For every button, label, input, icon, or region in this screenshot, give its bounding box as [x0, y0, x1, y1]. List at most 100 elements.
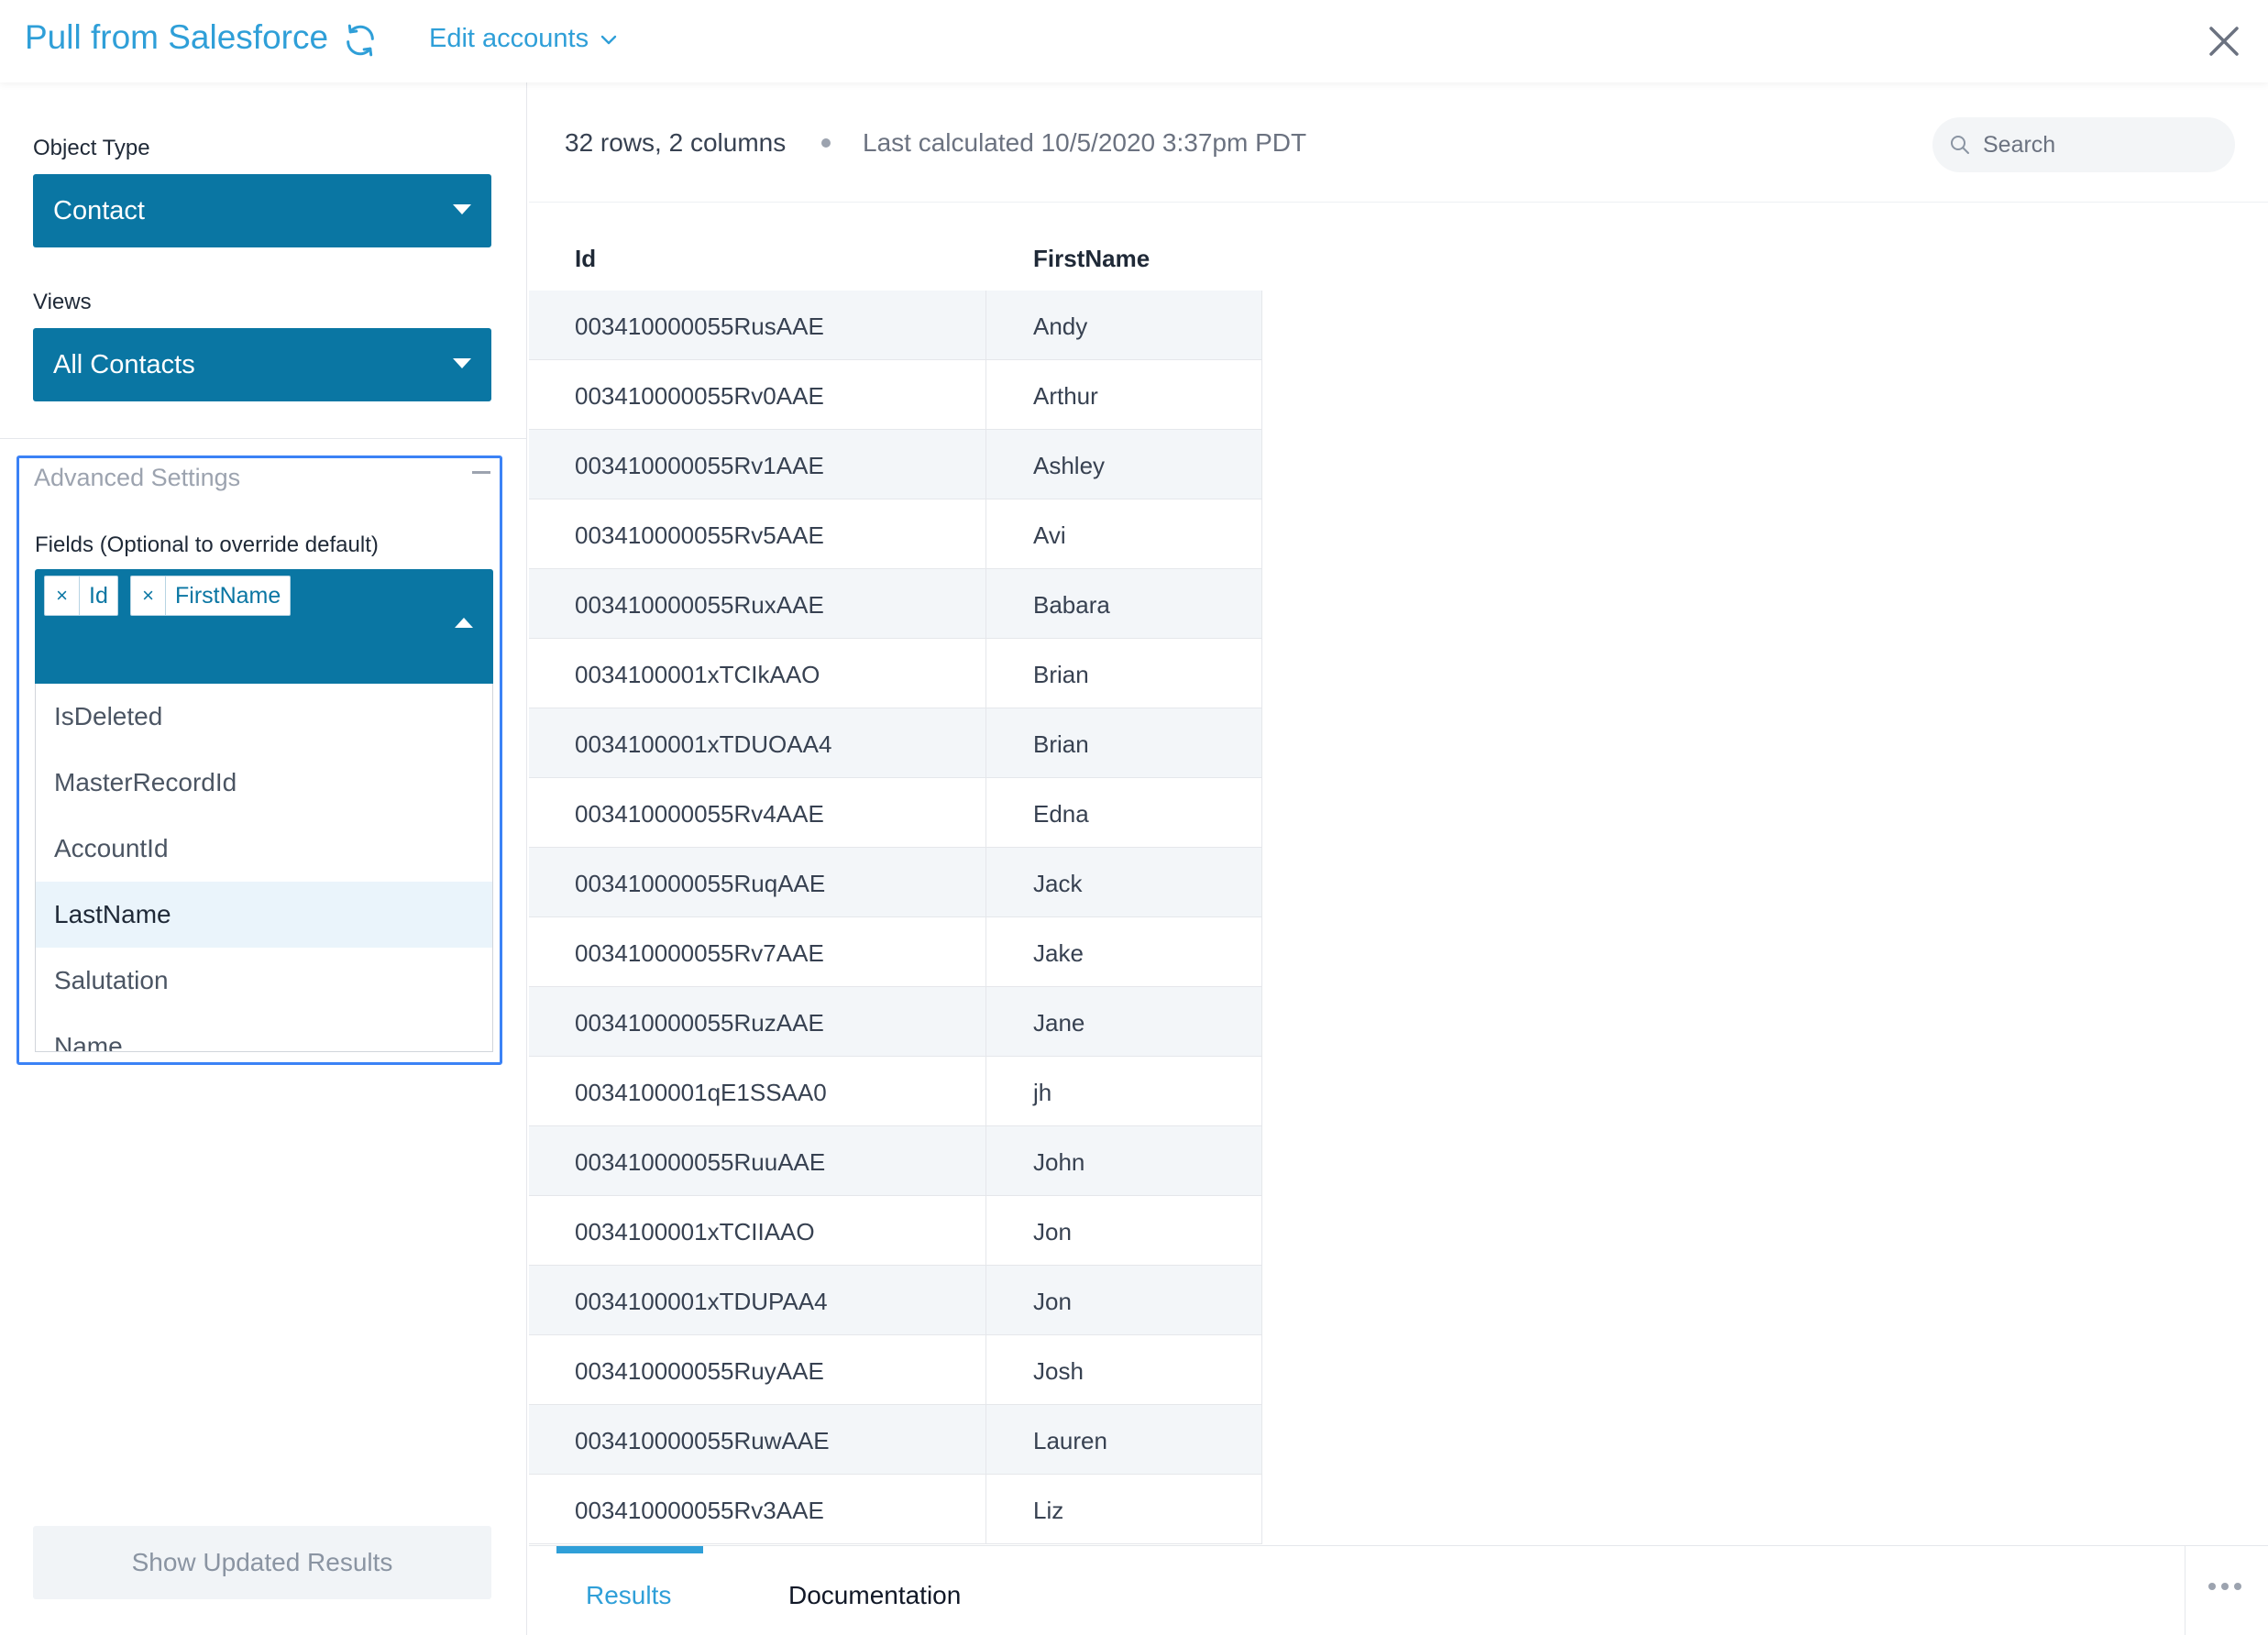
cell-id: 0034100001xTDUOAA4 — [575, 730, 832, 758]
remove-chip-icon[interactable]: × — [45, 576, 80, 615]
dropdown-option-highlighted[interactable]: LastName — [36, 882, 492, 948]
field-chip-id: × Id — [44, 576, 118, 616]
caret-down-icon — [453, 358, 471, 368]
object-type-value: Contact — [53, 195, 145, 225]
dropdown-option[interactable]: MasterRecordId — [36, 750, 492, 816]
refresh-icon[interactable] — [342, 22, 379, 59]
row-border — [1261, 499, 1262, 568]
table-row[interactable]: 003410000055Rv5AAE Avi — [529, 499, 1262, 569]
row-border — [1261, 708, 1262, 777]
table-row[interactable]: 003410000055RuuAAE John — [529, 1126, 1262, 1196]
cell-firstname: John — [1033, 1148, 1085, 1176]
table-row[interactable]: 0034100001xTCIIAAO Jon — [529, 1196, 1262, 1266]
cell-id: 003410000055Rv0AAE — [575, 382, 824, 410]
table-row[interactable]: 003410000055RuqAAE Jack — [529, 848, 1262, 917]
column-header-firstname[interactable]: FirstName — [1033, 245, 1150, 273]
row-border — [1261, 569, 1262, 638]
advanced-settings-panel: Advanced Settings Fields (Optional to ov… — [17, 455, 502, 1065]
column-separator — [985, 499, 986, 568]
more-options-icon[interactable] — [2207, 1581, 2243, 1592]
table-row[interactable]: 003410000055Rv0AAE Arthur — [529, 360, 1262, 430]
cell-firstname: Arthur — [1033, 382, 1098, 410]
field-chip-label: FirstName — [175, 582, 281, 609]
cell-id: 003410000055RuuAAE — [575, 1148, 826, 1176]
cell-firstname: Jon — [1033, 1218, 1072, 1245]
table-row[interactable]: 003410000055Rv1AAE Ashley — [529, 430, 1262, 499]
column-separator — [985, 1057, 986, 1125]
field-chip-label: Id — [89, 582, 108, 609]
dropdown-option[interactable]: Name — [36, 1014, 492, 1051]
column-separator — [985, 639, 986, 708]
table-row[interactable]: 0034100001xTCIkAAO Brian — [529, 639, 1262, 708]
column-separator — [985, 1266, 986, 1334]
dropdown-option[interactable]: Salutation — [36, 948, 492, 1014]
cell-firstname: Liz — [1033, 1497, 1064, 1524]
cell-firstname: Avi — [1033, 521, 1066, 549]
cell-id: 003410000055Rv4AAE — [575, 800, 824, 828]
table-row[interactable]: 0034100001qE1SSAA0 jh — [529, 1057, 1262, 1126]
column-separator — [985, 1196, 986, 1265]
results-panel: 32 rows, 2 columns Last calculated 10/5/… — [529, 82, 2268, 1635]
table-row[interactable]: 003410000055Rv3AAE Liz — [529, 1475, 1262, 1544]
collapse-icon[interactable] — [472, 471, 490, 475]
cell-firstname: Brian — [1033, 661, 1089, 688]
table-row[interactable]: 003410000055Rv4AAE Edna — [529, 778, 1262, 848]
row-border — [1261, 360, 1262, 429]
column-separator — [985, 360, 986, 429]
results-table: Id FirstName 003410000055RusAAE Andy 00341… — [529, 225, 1262, 1544]
separator-dot — [821, 138, 831, 148]
close-icon[interactable] — [2205, 22, 2243, 60]
row-border — [1261, 430, 1262, 499]
table-row[interactable]: 003410000055RuwAAE Lauren — [529, 1405, 1262, 1475]
row-border — [1261, 1475, 1262, 1543]
search-box — [1932, 117, 2235, 172]
page-title: Pull from Salesforce — [25, 18, 329, 56]
cell-firstname: jh — [1033, 1079, 1052, 1106]
sidebar-divider — [0, 438, 527, 439]
search-icon — [1951, 136, 1969, 154]
table-row[interactable]: 003410000055RuzAAE Jane — [529, 987, 1262, 1057]
cell-id: 003410000055Rv1AAE — [575, 452, 824, 479]
cell-id: 0034100001qE1SSAA0 — [575, 1079, 827, 1106]
last-calculated-text: Last calculated 10/5/2020 3:37pm PDT — [863, 128, 1307, 157]
cell-id: 003410000055Rv5AAE — [575, 521, 824, 549]
column-header-id[interactable]: Id — [575, 245, 596, 273]
dropdown-option[interactable]: AccountId — [36, 816, 492, 882]
fields-multiselect[interactable]: × Id × FirstName — [35, 569, 493, 684]
remove-chip-icon[interactable]: × — [131, 576, 166, 615]
table-header: Id FirstName — [529, 225, 1262, 291]
column-separator — [985, 291, 986, 359]
search-input[interactable] — [1983, 117, 2221, 172]
sidebar: Object Type Contact Views All Contacts A… — [0, 82, 527, 1635]
tab-documentation[interactable]: Documentation — [788, 1581, 961, 1610]
advanced-settings-title[interactable]: Advanced Settings — [34, 464, 240, 492]
cell-id: 003410000055Rv3AAE — [575, 1497, 824, 1524]
table-body: 003410000055RusAAE Andy 003410000055Rv0AAE… — [529, 291, 1262, 1544]
fields-label: Fields (Optional to override default) — [35, 532, 379, 557]
column-separator — [985, 708, 986, 777]
table-row[interactable]: 003410000055Rv7AAE Jake — [529, 917, 1262, 987]
edit-accounts-button[interactable]: Edit accounts — [429, 24, 620, 54]
table-row[interactable]: 003410000055RuxAAE Babara — [529, 569, 1262, 639]
tab-results[interactable]: Results — [586, 1581, 671, 1610]
row-border — [1261, 778, 1262, 847]
views-select[interactable]: All Contacts — [33, 328, 491, 401]
table-row[interactable]: 0034100001xTDUOAA4 Brian — [529, 708, 1262, 778]
chevron-down-icon — [600, 35, 617, 44]
caret-up-icon[interactable] — [455, 618, 473, 628]
row-border — [1261, 1335, 1262, 1404]
row-border — [1261, 1196, 1262, 1265]
row-border — [1261, 1057, 1262, 1125]
fields-dropdown-list[interactable]: IsDeleted MasterRecordId AccountId LastN… — [35, 684, 493, 1052]
table-row[interactable]: 003410000055RusAAE Andy — [529, 291, 1262, 360]
show-updated-results-button[interactable]: Show Updated Results — [33, 1526, 491, 1599]
object-type-select[interactable]: Contact — [33, 174, 491, 247]
field-chip-firstname: × FirstName — [130, 576, 292, 616]
cell-id: 003410000055RuwAAE — [575, 1427, 830, 1454]
cell-firstname: Jon — [1033, 1288, 1072, 1315]
table-row[interactable]: 003410000055RuyAAE Josh — [529, 1335, 1262, 1405]
cell-id: 003410000055RuxAAE — [575, 591, 824, 619]
table-row[interactable]: 0034100001xTDUPAA4 Jon — [529, 1266, 1262, 1335]
object-type-label: Object Type — [33, 136, 150, 160]
dropdown-option[interactable]: IsDeleted — [36, 684, 492, 750]
